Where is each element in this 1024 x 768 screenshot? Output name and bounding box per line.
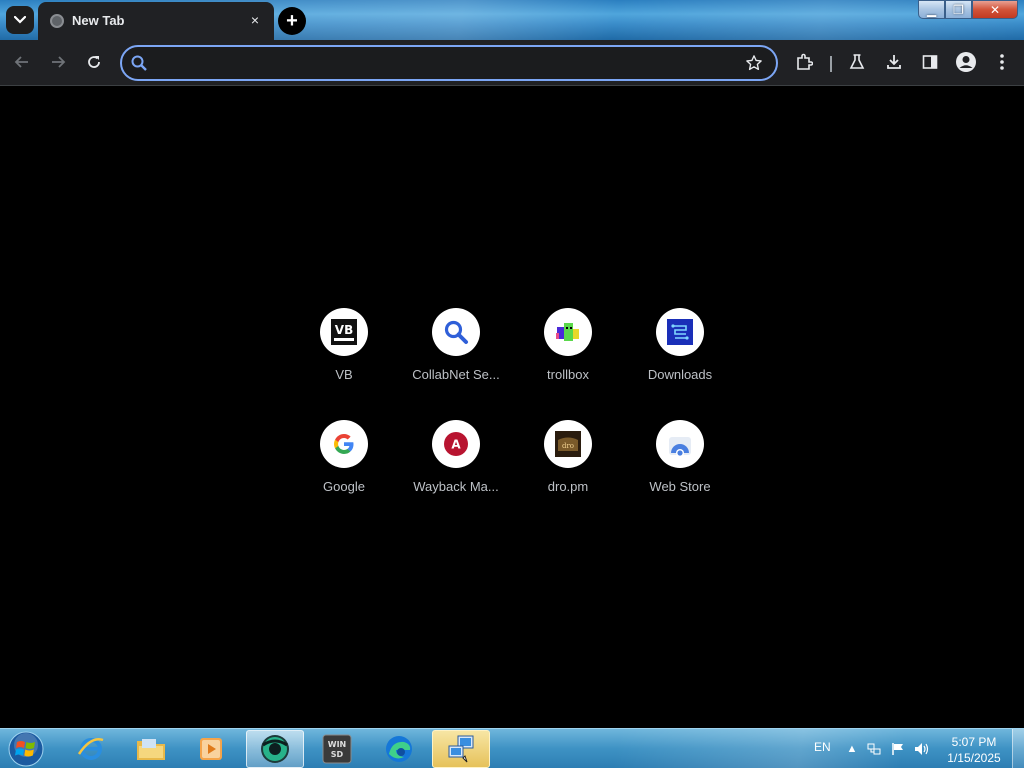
- shortcut-webstore[interactable]: Web Store: [624, 407, 736, 519]
- shortcut-google[interactable]: Google: [288, 407, 400, 519]
- search-icon: [432, 308, 480, 356]
- shortcut-wayback[interactable]: A Wayback Ma...: [400, 407, 512, 519]
- language-indicator[interactable]: EN: [814, 740, 831, 754]
- action-center-flag-icon[interactable]: [890, 741, 906, 757]
- folder-icon: [137, 739, 165, 760]
- windows-logo-icon: [8, 731, 44, 767]
- shortcut-label: trollbox: [547, 367, 589, 382]
- internet-explorer-icon: [77, 738, 104, 760]
- minimize-button[interactable]: ▁: [918, 0, 945, 19]
- shortcut-label: Google: [323, 479, 365, 494]
- tab-new-tab[interactable]: New Tab ×: [38, 2, 274, 40]
- address-input[interactable]: [154, 51, 734, 75]
- reload-button[interactable]: [80, 48, 108, 76]
- taskbar-file-explorer[interactable]: [122, 730, 180, 768]
- search-icon: [130, 54, 148, 77]
- bookmark-star-button[interactable]: [744, 53, 764, 73]
- side-panel-button[interactable]: [916, 48, 944, 76]
- svg-text:VB: VB: [335, 323, 353, 337]
- profile-button[interactable]: [952, 48, 980, 76]
- taskbar-internet-explorer[interactable]: [62, 730, 120, 768]
- clock-date: 1/15/2025: [947, 751, 1001, 765]
- labs-icon: [849, 54, 865, 69]
- toolbar: [0, 40, 1024, 86]
- taskbar-edge[interactable]: [370, 730, 428, 768]
- shortcut-trollbox[interactable]: trollbox: [512, 295, 624, 407]
- network-icon[interactable]: [866, 741, 882, 757]
- tab-close-button[interactable]: ×: [246, 11, 264, 29]
- chevron-down-icon: [14, 16, 26, 24]
- svg-text:SD: SD: [331, 750, 344, 759]
- chrome-dev-icon: [261, 735, 289, 763]
- close-icon: ✕: [989, 2, 1001, 17]
- shortcut-label: VB: [335, 367, 353, 382]
- shortcut-label: Web Store: [649, 479, 711, 494]
- show-hidden-icons-icon[interactable]: ▲: [844, 741, 860, 757]
- labs-button[interactable]: [843, 48, 871, 76]
- start-button[interactable]: [4, 730, 48, 768]
- svg-text:A: A: [451, 438, 461, 452]
- shortcut-label: CollabNet Se...: [412, 367, 500, 382]
- svg-text:dro: dro: [562, 442, 574, 450]
- side-panel-icon: [922, 55, 938, 69]
- back-icon: [14, 56, 28, 68]
- downloads-icon: [656, 308, 704, 356]
- back-button[interactable]: [8, 48, 36, 76]
- taskbar-winsd[interactable]: WIN SD: [308, 730, 366, 768]
- restore-icon: ❐: [953, 2, 964, 17]
- clock-time: 5:07 PM: [951, 735, 997, 749]
- menu-icon: [1000, 54, 1004, 70]
- shortcut-label: dro.pm: [547, 479, 589, 494]
- taskbar-network-setup[interactable]: [432, 730, 490, 768]
- volume-icon[interactable]: [914, 741, 930, 757]
- shortcut-downloads[interactable]: Downloads: [624, 295, 736, 407]
- minimize-icon: ▁: [926, 2, 937, 17]
- screen: New Tab × + ▁ ❐ ✕ VB VB CollabNet Se... …: [0, 0, 1024, 768]
- dropm-icon: dro: [544, 420, 592, 468]
- star-icon: [746, 55, 762, 71]
- extensions-icon: [797, 53, 813, 70]
- shortcut-dropm[interactable]: dro dro.pm: [512, 407, 624, 519]
- shortcut-label: Wayback Ma...: [413, 479, 499, 494]
- vb-icon: VB: [320, 308, 368, 356]
- webstore-icon: [656, 420, 704, 468]
- downloads-button[interactable]: [880, 48, 908, 76]
- forward-icon: [52, 56, 66, 68]
- tab-search-button[interactable]: [6, 6, 34, 34]
- tab-title: New Tab: [72, 13, 125, 28]
- globe-icon: [50, 14, 64, 28]
- clock[interactable]: 5:07 PM 1/15/2025: [944, 734, 1004, 766]
- taskbar-media-player[interactable]: [182, 730, 240, 768]
- forward-button[interactable]: [44, 48, 72, 76]
- maximize-button[interactable]: ❐: [945, 0, 972, 19]
- show-desktop-button[interactable]: [1012, 729, 1024, 768]
- network-setup-icon: [448, 735, 474, 763]
- new-tab-button[interactable]: +: [278, 7, 306, 35]
- close-window-button[interactable]: ✕: [972, 0, 1018, 19]
- shortcut-collabnet[interactable]: CollabNet Se...: [400, 295, 512, 407]
- edge-icon: [386, 736, 412, 762]
- shortcut-vb[interactable]: VB VB: [288, 295, 400, 407]
- svg-text:WIN: WIN: [328, 740, 347, 749]
- title-bar: New Tab × + ▁ ❐ ✕: [0, 0, 1024, 40]
- trollbox-icon: [544, 308, 592, 356]
- toolbar-divider: [830, 56, 832, 72]
- shortcut-grid: VB VB CollabNet Se... trollbox Downloads…: [288, 295, 736, 519]
- new-tab-page: VB VB CollabNet Se... trollbox Downloads…: [0, 87, 1024, 728]
- wayback-icon: A: [432, 420, 480, 468]
- shortcut-label: Downloads: [647, 367, 713, 382]
- profile-icon: [956, 52, 976, 72]
- extensions-button[interactable]: [790, 48, 818, 76]
- media-player-icon: [200, 738, 222, 760]
- taskbar-chrome-dev[interactable]: [246, 730, 304, 768]
- winsd-icon: WINSD: [322, 734, 352, 764]
- address-bar[interactable]: [120, 45, 778, 81]
- taskbar: WIN SD EN ▲ 5:07 PM 1/15/2025: [0, 728, 1024, 768]
- google-icon: [320, 420, 368, 468]
- menu-button[interactable]: [988, 48, 1016, 76]
- reload-icon: [88, 56, 100, 68]
- download-icon: [887, 55, 901, 69]
- window-controls: ▁ ❐ ✕: [918, 0, 1018, 19]
